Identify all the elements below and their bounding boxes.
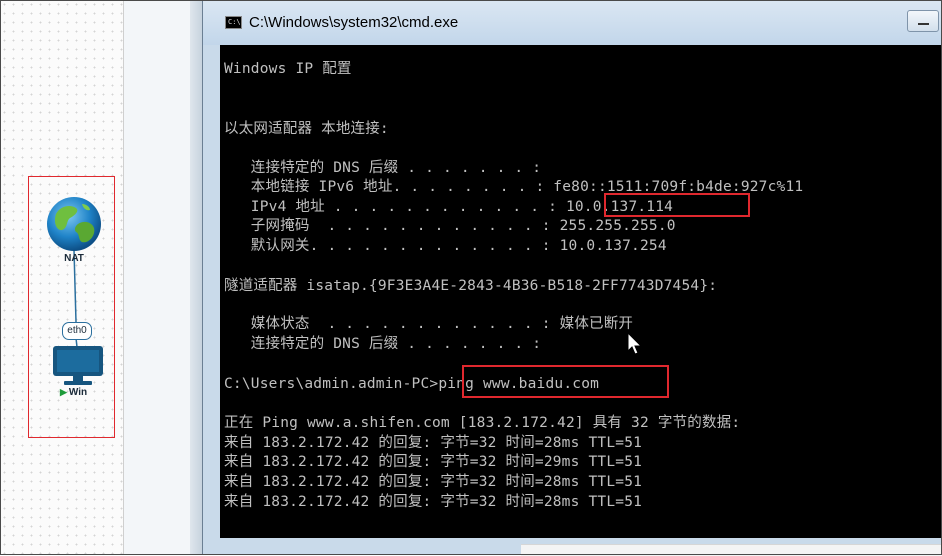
cmd-app-icon[interactable]: C:\ <box>225 16 242 29</box>
window-shadow-strip <box>190 0 202 555</box>
console-line: 来自 183.2.172.42 的回复: 字节=32 时间=29ms TTL=5… <box>224 454 643 470</box>
console-line: 来自 183.2.172.42 的回复: 字节=32 时间=28ms TTL=5… <box>224 474 643 490</box>
win-node-label: ▶ Win <box>60 387 100 398</box>
minimize-button[interactable] <box>907 10 939 32</box>
console-line: Windows IP 配置 <box>224 61 352 77</box>
mouse-cursor-icon <box>627 332 643 355</box>
console-line: 来自 183.2.172.42 的回复: 字节=32 时间=28ms TTL=5… <box>224 435 643 451</box>
win-monitor-icon[interactable] <box>52 345 104 387</box>
console-output[interactable]: Windows IP 配置以太网适配器 本地连接: 连接特定的 DNS 后缀 .… <box>220 45 942 538</box>
console-line: 子网掩码 . . . . . . . . . . . . : 255.255.2… <box>224 218 676 234</box>
window-title: C:\Windows\system32\cmd.exe <box>249 14 459 31</box>
console-line: 以太网适配器 本地连接: <box>224 121 389 137</box>
background-window-edge <box>521 544 942 556</box>
ping-command-highlight-box <box>462 365 669 398</box>
console-line: 隧道适配器 isatap.{9F3E3A4E-2843-4B36-B518-2F… <box>224 278 718 294</box>
eth0-interface-label[interactable]: eth0 <box>62 322 92 340</box>
console-line: 连接特定的 DNS 后缀 . . . . . . . : <box>224 160 542 176</box>
running-play-icon: ▶ <box>60 387 67 397</box>
cmd-window[interactable]: C:\ C:\Windows\system32\cmd.exe Windows … <box>202 0 942 556</box>
ipv4-highlight-box <box>604 193 750 217</box>
console-line: 连接特定的 DNS 后缀 . . . . . . . : <box>224 336 542 352</box>
cmd-titlebar[interactable]: C:\ C:\Windows\system32\cmd.exe <box>203 0 942 45</box>
console-line: 默认网关. . . . . . . . . . . . . : 10.0.137… <box>224 238 667 254</box>
minimize-icon <box>918 23 929 25</box>
nat-globe-icon[interactable] <box>46 196 102 252</box>
console-line: 媒体状态 . . . . . . . . . . . . : 媒体已断开 <box>224 316 634 332</box>
console-line: 正在 Ping www.a.shifen.com [183.2.172.42] … <box>224 415 741 431</box>
nat-node-label: NAT <box>64 253 84 264</box>
win-node-name: Win <box>68 387 88 398</box>
console-line: 来自 183.2.172.42 的回复: 字节=32 时间=28ms TTL=5… <box>224 494 643 510</box>
